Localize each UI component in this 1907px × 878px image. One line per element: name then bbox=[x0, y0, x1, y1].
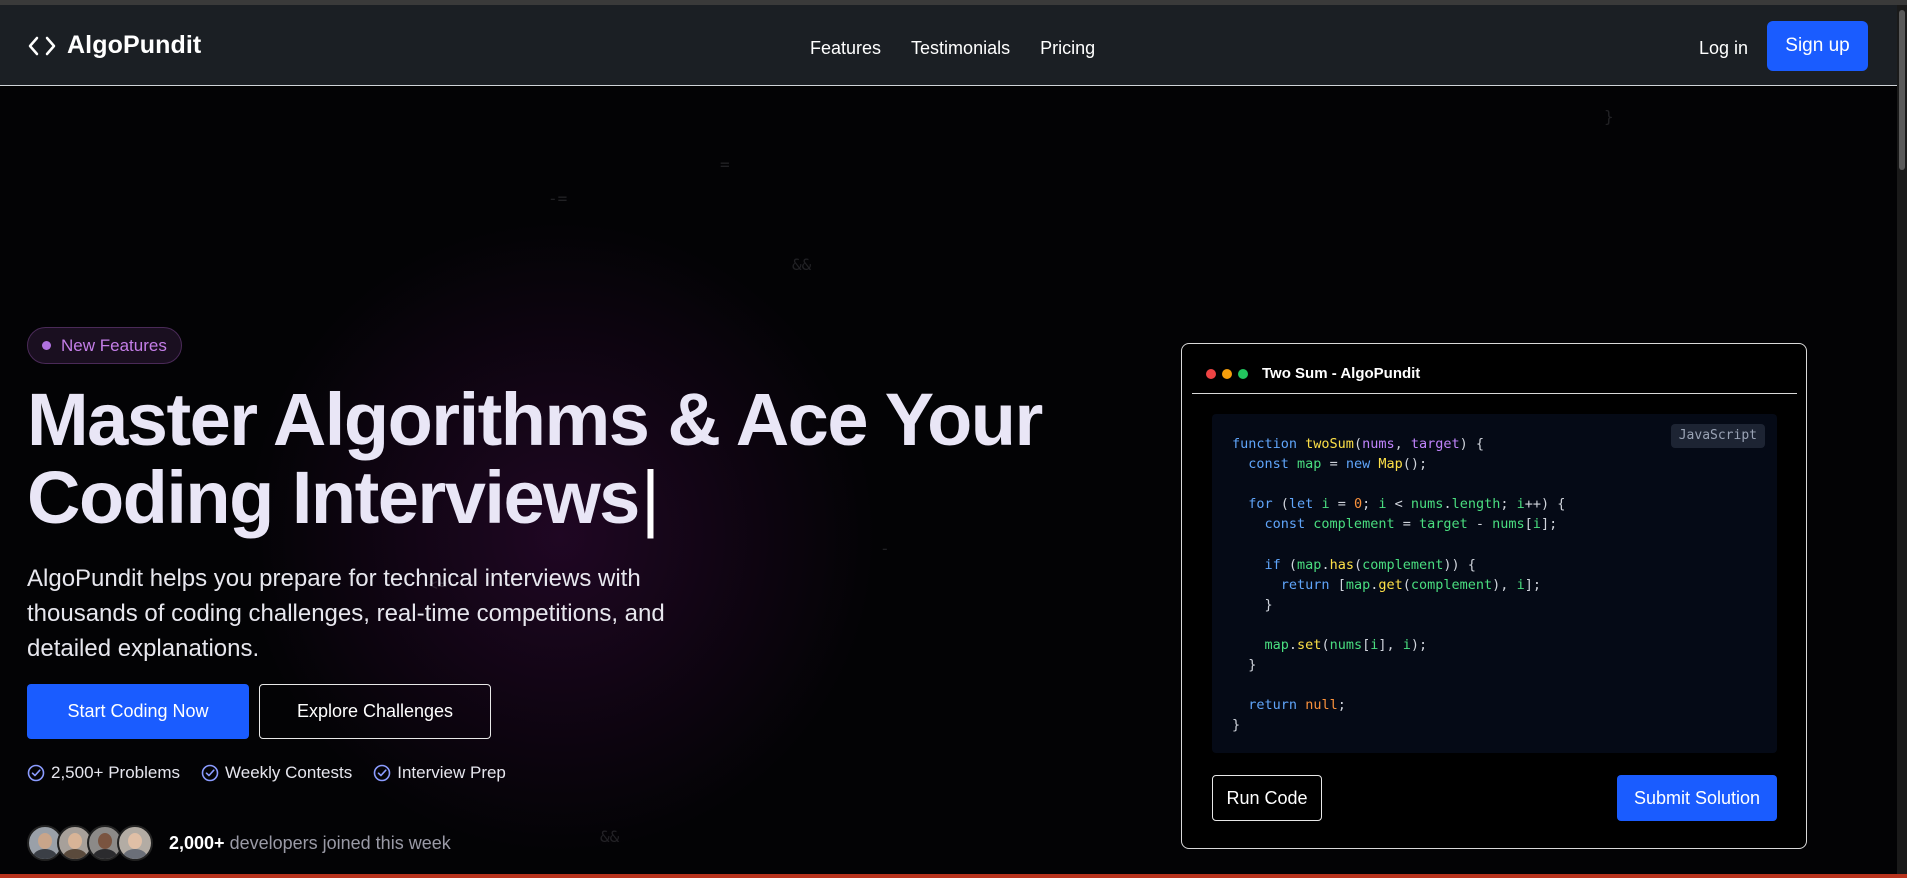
nav-link-features[interactable]: Features bbox=[810, 38, 881, 59]
avatar-stack bbox=[27, 825, 153, 861]
check-circle-icon bbox=[201, 764, 219, 782]
brand-name: AlgoPundit bbox=[67, 31, 202, 59]
feature-label: Interview Prep bbox=[397, 763, 506, 782]
window-minimize-dot-icon bbox=[1222, 368, 1232, 379]
start-coding-button[interactable]: Start Coding Now bbox=[27, 684, 249, 739]
code-area[interactable]: JavaScript function twoSum(nums, target)… bbox=[1212, 414, 1777, 753]
feature-list: 2,500+ Problems Weekly Contests Intervie… bbox=[27, 763, 506, 783]
avatar bbox=[117, 825, 153, 861]
social-proof: 2,000+ developers joined this week bbox=[27, 825, 451, 861]
hero-section: = -= && <= - && } New Features Master Al… bbox=[0, 87, 1897, 874]
background-symbol: && bbox=[600, 827, 620, 846]
editor-title-bar: Two Sum - AlgoPundit bbox=[1192, 354, 1797, 394]
scrollbar-thumb[interactable] bbox=[1899, 10, 1905, 170]
submit-solution-button[interactable]: Submit Solution bbox=[1617, 775, 1777, 821]
navbar: AlgoPundit Features Testimonials Pricing… bbox=[0, 5, 1897, 86]
window-maximize-dot-icon bbox=[1238, 368, 1248, 379]
language-tag: JavaScript bbox=[1670, 424, 1765, 448]
window-close-dot-icon bbox=[1206, 368, 1216, 379]
hero-headline: Master Algorithms & Ace Your Coding Inte… bbox=[27, 381, 1047, 537]
social-caption: developers joined this week bbox=[229, 832, 451, 853]
badge-dot-icon bbox=[42, 341, 51, 350]
hero-description: AlgoPundit helps you prepare for technic… bbox=[27, 565, 665, 662]
background-symbol: = bbox=[720, 155, 730, 174]
typing-caret: | bbox=[640, 456, 660, 539]
check-circle-icon bbox=[373, 764, 391, 782]
feature-label: Weekly Contests bbox=[225, 763, 353, 782]
nav-link-testimonials[interactable]: Testimonials bbox=[911, 38, 1010, 59]
signup-button[interactable]: Sign up bbox=[1767, 21, 1868, 71]
feature-item: Weekly Contests bbox=[201, 763, 352, 783]
code-brackets-icon bbox=[28, 36, 56, 55]
code-editor-card: Two Sum - AlgoPundit JavaScript function… bbox=[1181, 343, 1807, 849]
background-symbol: } bbox=[1604, 107, 1614, 126]
login-link[interactable]: Log in bbox=[1699, 38, 1748, 59]
social-count: 2,000+ bbox=[169, 832, 225, 853]
background-symbol: && bbox=[792, 255, 812, 274]
bottom-edge-bar bbox=[0, 874, 1907, 878]
feature-item: 2,500+ Problems bbox=[27, 763, 180, 783]
new-features-badge: New Features bbox=[27, 327, 182, 364]
check-circle-icon bbox=[27, 764, 45, 782]
headline-line-1: Master Algorithms & Ace Your bbox=[27, 378, 1043, 461]
background-symbol: - bbox=[880, 539, 890, 558]
explore-challenges-button[interactable]: Explore Challenges bbox=[259, 684, 491, 739]
social-proof-text: 2,000+ developers joined this week bbox=[169, 833, 451, 854]
nav-link-pricing[interactable]: Pricing bbox=[1040, 38, 1095, 59]
badge-label: New Features bbox=[61, 335, 167, 355]
feature-item: Interview Prep bbox=[373, 763, 506, 783]
background-symbol: -= bbox=[548, 189, 568, 208]
feature-label: 2,500+ Problems bbox=[51, 763, 180, 782]
editor-title: Two Sum - AlgoPundit bbox=[1262, 365, 1421, 382]
run-code-button[interactable]: Run Code bbox=[1212, 775, 1322, 821]
brand-logo[interactable]: AlgoPundit bbox=[27, 31, 201, 60]
main-nav: Features Testimonials Pricing bbox=[810, 38, 1095, 59]
code-block: function twoSum(nums, target) { const ma… bbox=[1232, 436, 1566, 734]
headline-line-2: Coding Interviews bbox=[27, 456, 640, 539]
